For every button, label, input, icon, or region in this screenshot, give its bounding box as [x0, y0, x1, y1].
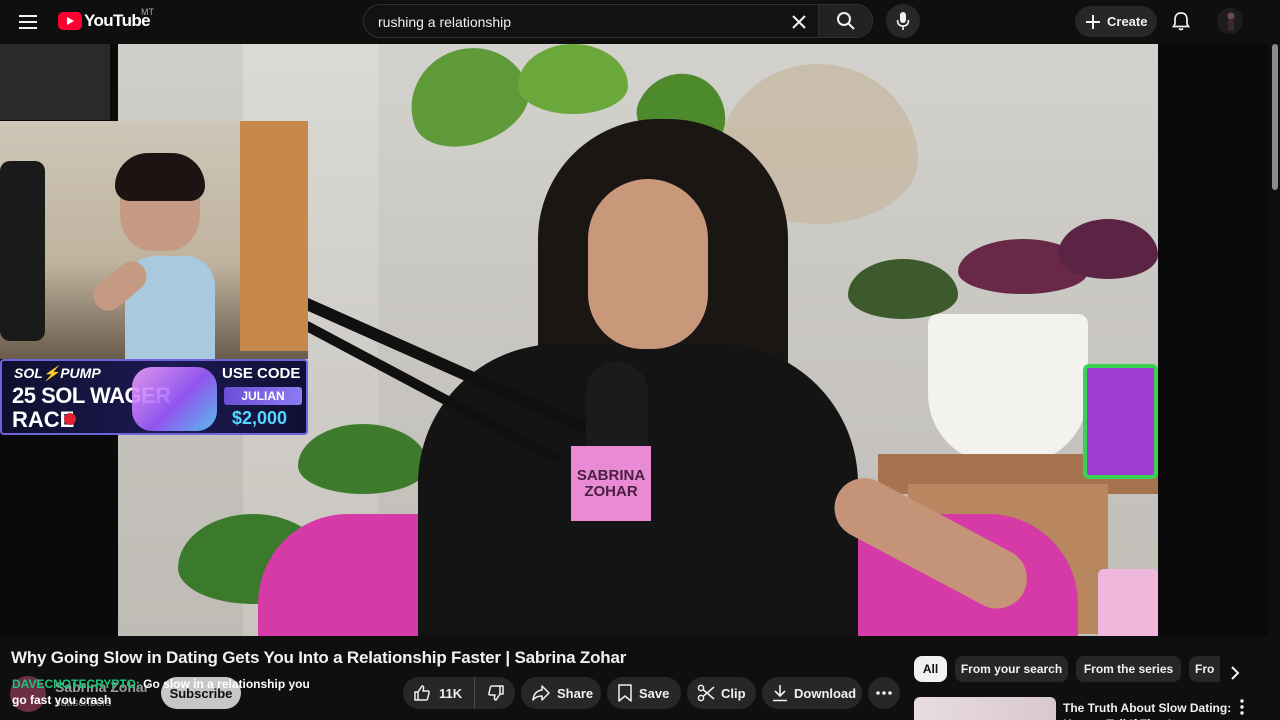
clip-button[interactable]: Clip: [687, 677, 756, 709]
chevron-right-icon: [1231, 666, 1240, 680]
like-count: 11K: [439, 685, 463, 701]
youtube-play-icon: [58, 12, 82, 30]
scrollbar-thumb[interactable]: [1272, 44, 1278, 190]
chip-partial[interactable]: Fro: [1189, 656, 1220, 682]
promo-brand: SOL⚡PUMP: [14, 365, 101, 381]
more-vertical-icon: [1240, 699, 1244, 715]
country-code: MT: [141, 7, 154, 17]
close-icon: [792, 15, 806, 29]
notifications-button[interactable]: [1166, 6, 1196, 36]
search-input[interactable]: rushing a relationship: [363, 4, 818, 38]
download-label: Download: [794, 685, 857, 701]
share-button[interactable]: Share: [521, 677, 601, 709]
mic-flag-line2: ZOHAR: [584, 482, 638, 500]
mic-flag-line1: SABRINA: [576, 466, 646, 484]
clip-label: Clip: [721, 685, 746, 701]
player-letterbox: [0, 44, 110, 120]
chip-all[interactable]: All: [914, 656, 947, 682]
save-button[interactable]: Save: [607, 677, 681, 709]
save-label: Save: [639, 685, 670, 701]
clear-search-button[interactable]: [786, 9, 812, 35]
search-button[interactable]: [818, 4, 873, 38]
sponsor-banner: SOL⚡PUMP 25 SOL WAGER RACE USE CODE JULI…: [0, 359, 308, 435]
thumbs-up-icon: [414, 685, 430, 701]
chat-message-overlay: DAVECNOTECRYPTO: Go slow in a relationsh…: [12, 676, 312, 708]
search-query: rushing a relationship: [378, 14, 512, 30]
plus-icon: [1086, 14, 1100, 29]
chat-username: DAVECNOTECRYPTO:: [12, 677, 140, 691]
promo-code: JULIAN: [224, 387, 302, 405]
share-icon: [532, 685, 550, 701]
chip-from-the-series[interactable]: From the series: [1076, 656, 1181, 682]
video-player[interactable]: SABRINA ZOHAR SOL⚡PUMP 25 SOL WAGER RACE…: [0, 44, 1268, 636]
like-dislike-group: 11K: [403, 677, 515, 709]
scissors-icon: [697, 684, 715, 702]
bell-icon: [1172, 12, 1190, 31]
search-icon: [836, 12, 855, 30]
account-avatar[interactable]: [1217, 8, 1243, 34]
bookmark-icon: [618, 684, 632, 702]
recommended-menu-button[interactable]: [1240, 699, 1256, 719]
menu-button[interactable]: [12, 6, 44, 38]
recommended-thumbnail[interactable]: [914, 697, 1056, 720]
voice-search-button[interactable]: [886, 4, 920, 38]
create-button[interactable]: Create: [1075, 6, 1157, 37]
dislike-button[interactable]: [477, 677, 515, 709]
masthead: YouTube MT rushing a relationship Create: [0, 0, 1280, 44]
more-actions-button[interactable]: [868, 677, 900, 709]
chip-from-your-search[interactable]: From your search: [955, 656, 1068, 682]
recommended-video[interactable]: The Truth About Slow Dating: How to Tell…: [914, 697, 1264, 720]
live-dot-icon: [64, 413, 76, 425]
page-scrollbar[interactable]: [1270, 44, 1278, 194]
mic-flag: SABRINA ZOHAR: [571, 446, 651, 521]
hamburger-icon: [19, 15, 37, 29]
share-label: Share: [557, 685, 594, 701]
chips-next-button[interactable]: [1222, 660, 1248, 686]
create-label: Create: [1107, 14, 1148, 29]
youtube-watch-page: YouTube MT rushing a relationship Create: [0, 0, 1280, 720]
like-button[interactable]: 11K: [403, 677, 475, 709]
streamer: [87, 153, 240, 359]
download-button[interactable]: Download: [762, 677, 862, 709]
microphone-icon: [896, 12, 910, 30]
youtube-logo[interactable]: YouTube MT: [58, 7, 154, 31]
polaroid-camera: [1083, 364, 1158, 479]
thumbs-down-icon: [488, 685, 504, 701]
search-bar: rushing a relationship: [363, 4, 873, 38]
related-filter-chips: All From your search From the series Fro: [914, 656, 1220, 682]
recommended-title[interactable]: The Truth About Slow Dating: How to Tell…: [1063, 700, 1233, 720]
streamer-webcam: [0, 121, 308, 359]
promo-logo-icon: [132, 367, 217, 431]
host-face: [588, 179, 708, 349]
promo-amount: $2,000: [232, 408, 288, 428]
download-icon: [773, 685, 787, 702]
more-horizontal-icon: [876, 691, 892, 695]
promo-use-code: USE CODE: [222, 365, 301, 382]
video-title: Why Going Slow in Dating Gets You Into a…: [11, 648, 627, 667]
